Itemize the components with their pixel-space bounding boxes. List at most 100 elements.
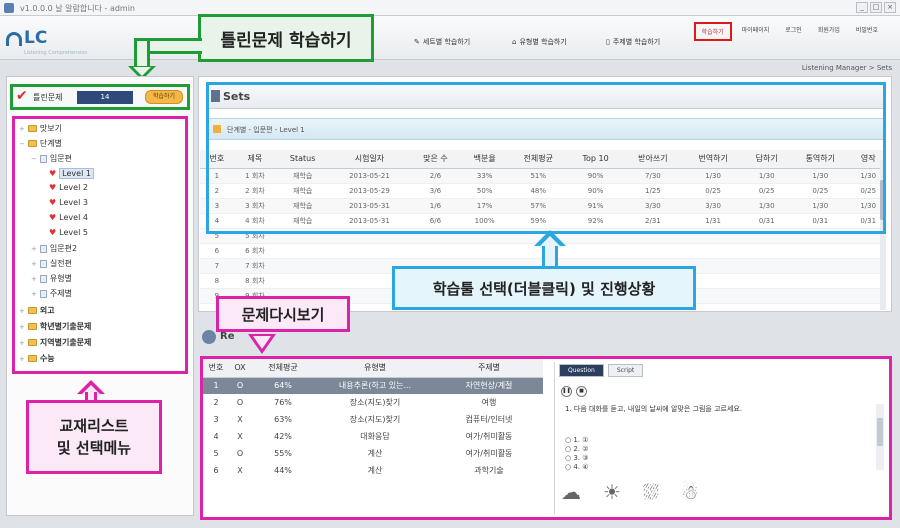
page-icon [39, 244, 47, 253]
table-cell: 장소(지도)찾기 [349, 415, 401, 424]
folder-icon [27, 339, 37, 346]
tree-label: 실전편 [49, 259, 72, 268]
tree-item[interactable]: + 지역별기출문제 [19, 337, 91, 348]
table-cell: 계산 [367, 466, 383, 475]
table-cell [568, 243, 623, 259]
option[interactable]: ○ 1. ① [565, 436, 589, 445]
tab-topic[interactable]: ▯ 주제별 학습하기 [606, 30, 660, 54]
wrong-study-button[interactable]: 학습하기 [145, 90, 183, 104]
tree-label: Level 1 [59, 168, 94, 179]
tree-label: 입문편2 [49, 244, 78, 253]
tab-sets[interactable]: ✎ 세트별 학습하기 [414, 30, 470, 54]
table-cell: 1 [203, 377, 229, 394]
table-row[interactable]: 1 O 64% 내용추론(하고 있는... 자연현상/계절 [203, 377, 543, 394]
table-cell: 6 [200, 243, 234, 259]
option[interactable]: ○ 3. ③ [565, 454, 589, 463]
textbook-tree: + 맛보기 − 단계별 − 입문편 ♥ Level 1 ♥ Level 2 ♥ Level … [12, 116, 188, 374]
tree-label: 단계별 [39, 139, 62, 148]
callout-arrow [542, 246, 558, 268]
table-cell: 55% [274, 449, 292, 458]
table-row[interactable]: 3 X 63% 장소(지도)찾기 컴퓨터/인터넷 [203, 411, 543, 428]
col-header[interactable]: 전체평균 [251, 359, 315, 378]
pin-icon: ♥ [49, 183, 57, 192]
tree-item[interactable]: ♥ Level 2 [49, 183, 88, 192]
tree-item[interactable]: + 유형별 [31, 273, 72, 284]
pause-icon[interactable]: ❚❚ [561, 386, 572, 397]
table-cell: 6 회차 [233, 243, 277, 259]
tree-item[interactable]: + 실전편 [31, 258, 72, 269]
tag-icon: ⌂ [512, 38, 517, 46]
menu-password[interactable]: 비밀번호 [850, 22, 884, 41]
tree-item[interactable]: − 입문편 [31, 153, 72, 164]
menu-signup[interactable]: 회원가입 [812, 22, 846, 41]
logo: LC Listening Comprehension [6, 28, 88, 60]
option[interactable]: ○ 2. ② [565, 445, 589, 454]
table-cell [276, 243, 330, 259]
option-label: 1. ① [573, 436, 589, 444]
table-cell [409, 243, 462, 259]
table-cell: 내용추론(하고 있는... [315, 377, 435, 394]
question-panel: Question Script ❚❚ ■ 1. 다음 대화를 듣고, 내일의 날… [554, 362, 886, 514]
table-cell: 과학기술 [474, 466, 504, 475]
table-row[interactable]: 4 X 42% 대화응답 여가/취미활동 [203, 428, 543, 445]
tree-item[interactable]: ♥ Level 5 [49, 228, 88, 237]
option[interactable]: ○ 4. ④ [565, 463, 589, 472]
tree-label: Level 2 [59, 183, 88, 192]
tree-item[interactable]: + 수능 [19, 353, 55, 364]
tree-label: 주제별 [49, 289, 72, 298]
tree-item[interactable]: + 입문편2 [31, 243, 77, 254]
minimize-button[interactable]: _ [856, 2, 868, 13]
table-cell: 64% [251, 377, 315, 394]
table-cell [743, 258, 791, 274]
tab-question[interactable]: Question [559, 364, 604, 377]
tab-type[interactable]: ⌂ 유형별 학습하기 [512, 30, 567, 54]
tree-item[interactable]: + 주제별 [31, 288, 72, 299]
logo-text: LC [24, 28, 48, 48]
tree-item[interactable]: ♥ Level 4 [49, 213, 88, 222]
tree-item[interactable]: ♥ Level 1 [49, 168, 94, 179]
tree-label: Level 5 [59, 228, 88, 237]
tree-item[interactable]: + 외고 [19, 305, 55, 316]
col-header[interactable]: 주제별 [435, 359, 543, 378]
table-row[interactable]: 6 X 44% 계산 과학기술 [203, 462, 543, 479]
tree-label: 수능 [39, 354, 55, 363]
tree-item[interactable]: ♥ Level 3 [49, 198, 88, 207]
option-label: 4. ④ [573, 463, 589, 471]
table-cell: 63% [274, 415, 292, 424]
scroll-thumb[interactable] [877, 418, 883, 446]
maximize-button[interactable]: □ [870, 2, 882, 13]
tree-item[interactable]: + 맛보기 [19, 123, 62, 134]
tab-script[interactable]: Script [607, 364, 644, 377]
col-header[interactable]: 번호 [203, 359, 229, 378]
table-cell: X [237, 466, 243, 475]
headphone-icon [6, 32, 22, 46]
table-cell: 4 [213, 432, 219, 441]
close-button[interactable]: × [884, 2, 896, 13]
tree-label: 맛보기 [39, 124, 62, 133]
pin-icon: ♥ [49, 169, 57, 178]
table-cell [276, 273, 330, 289]
col-header[interactable]: OX [229, 359, 251, 378]
table-cell: 여행 [481, 398, 497, 407]
menu-study[interactable]: 학습하기 [693, 22, 732, 41]
table-row[interactable]: 2 O 76% 장소(지도)찾기 여행 [203, 394, 543, 411]
menu-login[interactable]: 로그인 [779, 22, 808, 41]
table-row[interactable]: 5 O 55% 계산 여가/취미활동 [203, 445, 543, 462]
tree-item[interactable]: + 학년별기출문제 [19, 321, 91, 332]
table-cell: 장소(지도)찾기 [349, 398, 401, 407]
table-cell: 7 [200, 258, 234, 274]
col-header[interactable]: 유형별 [315, 359, 435, 378]
table-cell: 8 회차 [233, 273, 277, 289]
stop-icon[interactable]: ■ [576, 386, 587, 397]
logo-subtitle: Listening Comprehension [24, 50, 88, 56]
tree-item[interactable]: − 단계별 [19, 138, 62, 149]
menu-mypage[interactable]: 마이페이지 [736, 22, 776, 41]
rain-icon: ⛆ [642, 480, 659, 504]
page-icon [39, 289, 47, 298]
tree-label: 유형별 [49, 274, 72, 283]
table-cell: O [236, 449, 244, 458]
option-label: 3. ③ [573, 454, 589, 462]
app-icon [4, 3, 14, 13]
pin-icon: ♥ [49, 228, 57, 237]
question-scrollbar[interactable] [876, 404, 884, 470]
